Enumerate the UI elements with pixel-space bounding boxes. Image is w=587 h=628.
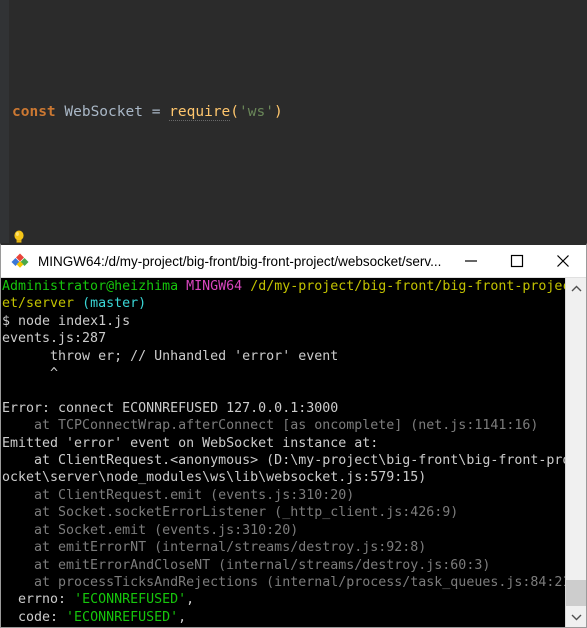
code-editor[interactable]: const WebSocket = require('ws') const ws…: [0, 0, 587, 243]
output-stack-line: at Socket.socketErrorListener (_http_cli…: [2, 505, 459, 521]
editor-code-area[interactable]: const WebSocket = require('ws') const ws…: [9, 0, 587, 243]
terminal-window[interactable]: MINGW64:/d/my-project/big-front/big-fron…: [0, 243, 587, 628]
prompt-shell: MINGW64: [186, 279, 243, 294]
prompt-path-wrap: et/server: [2, 296, 75, 312]
token-require: require: [169, 104, 231, 121]
output-stack-line: ocket\server\node_modules\ws\lib\websock…: [2, 470, 427, 486]
mingw-diamond-icon: [11, 252, 29, 270]
prompt-user-host: Administrator@heizhima: [2, 279, 179, 294]
terminal-scrollbar[interactable]: [565, 278, 586, 627]
error-prop-value: 'ECONNREFUSED': [66, 609, 179, 625]
output-stack-line: at ClientRequest.emit (events.js:310:20): [2, 487, 355, 503]
terminal-title-bar[interactable]: MINGW64:/d/my-project/big-front/big-fron…: [1, 245, 586, 278]
prompt-command: node index1.js: [18, 313, 131, 329]
output-stack-line: at Socket.emit (events.js:310:20): [2, 522, 299, 538]
token-keyword-const: const: [12, 104, 56, 120]
scroll-up-arrow[interactable]: [566, 278, 586, 299]
terminal-output[interactable]: Administrator@heizhima MINGW64 /d/my-pro…: [1, 278, 586, 627]
error-prop-value: 'ECONNREFUSED': [74, 592, 187, 608]
output-stack-line: at processTicksAndRejections (internal/p…: [2, 574, 586, 590]
output-error-line: Error: connect ECONNREFUSED 127.0.0.1:30…: [2, 400, 339, 416]
scrollbar-track[interactable]: [566, 299, 586, 606]
minimize-button[interactable]: [448, 245, 494, 278]
lightbulb-icon[interactable]: [12, 229, 26, 243]
terminal-title-text: MINGW64:/d/my-project/big-front/big-fron…: [38, 253, 442, 269]
token-close-paren: ): [273, 104, 283, 120]
terminal-body[interactable]: Administrator@heizhima MINGW64 /d/my-pro…: [1, 278, 586, 627]
output-line: ^: [2, 366, 59, 382]
error-prop-suffix: ,: [186, 592, 195, 608]
output-stack-line: at TCPConnectWrap.afterConnect [as oncom…: [2, 418, 539, 434]
prompt-dollar: $: [2, 313, 11, 329]
token-open-paren: (: [230, 104, 240, 120]
output-stack-line: at emitErrorAndCloseNT (internal/streams…: [2, 557, 491, 573]
output-line: throw er; // Unhandled 'error' event: [2, 348, 339, 364]
token-string-ws: 'ws': [239, 104, 274, 120]
code-line[interactable]: const WebSocket = require('ws'): [9, 100, 587, 125]
code-line-hint[interactable]: [9, 225, 587, 243]
token-identifier-websocket: WebSocket: [64, 104, 143, 120]
output-line: Emitted 'error' event on WebSocket insta…: [2, 435, 379, 451]
close-button[interactable]: [540, 245, 586, 278]
prompt-git-branch: (master): [82, 296, 147, 312]
error-prop-key: errno:: [2, 592, 75, 608]
scroll-down-arrow[interactable]: [566, 606, 586, 627]
output-stack-line: at emitErrorNT (internal/streams/destroy…: [2, 540, 427, 556]
output-line: events.js:287: [2, 331, 107, 347]
maximize-button[interactable]: [494, 245, 540, 278]
token-equals: =: [142, 104, 170, 120]
prompt-path: /d/my-project/big-front/big-front-projec…: [250, 279, 586, 294]
error-prop-key: code:: [2, 609, 67, 625]
editor-gutter[interactable]: [0, 0, 9, 243]
scroll-thumb[interactable]: [566, 580, 586, 606]
error-prop-suffix: ,: [178, 609, 187, 625]
output-stack-line: at ClientRequest.<anonymous> (D:\my-proj…: [2, 453, 586, 469]
